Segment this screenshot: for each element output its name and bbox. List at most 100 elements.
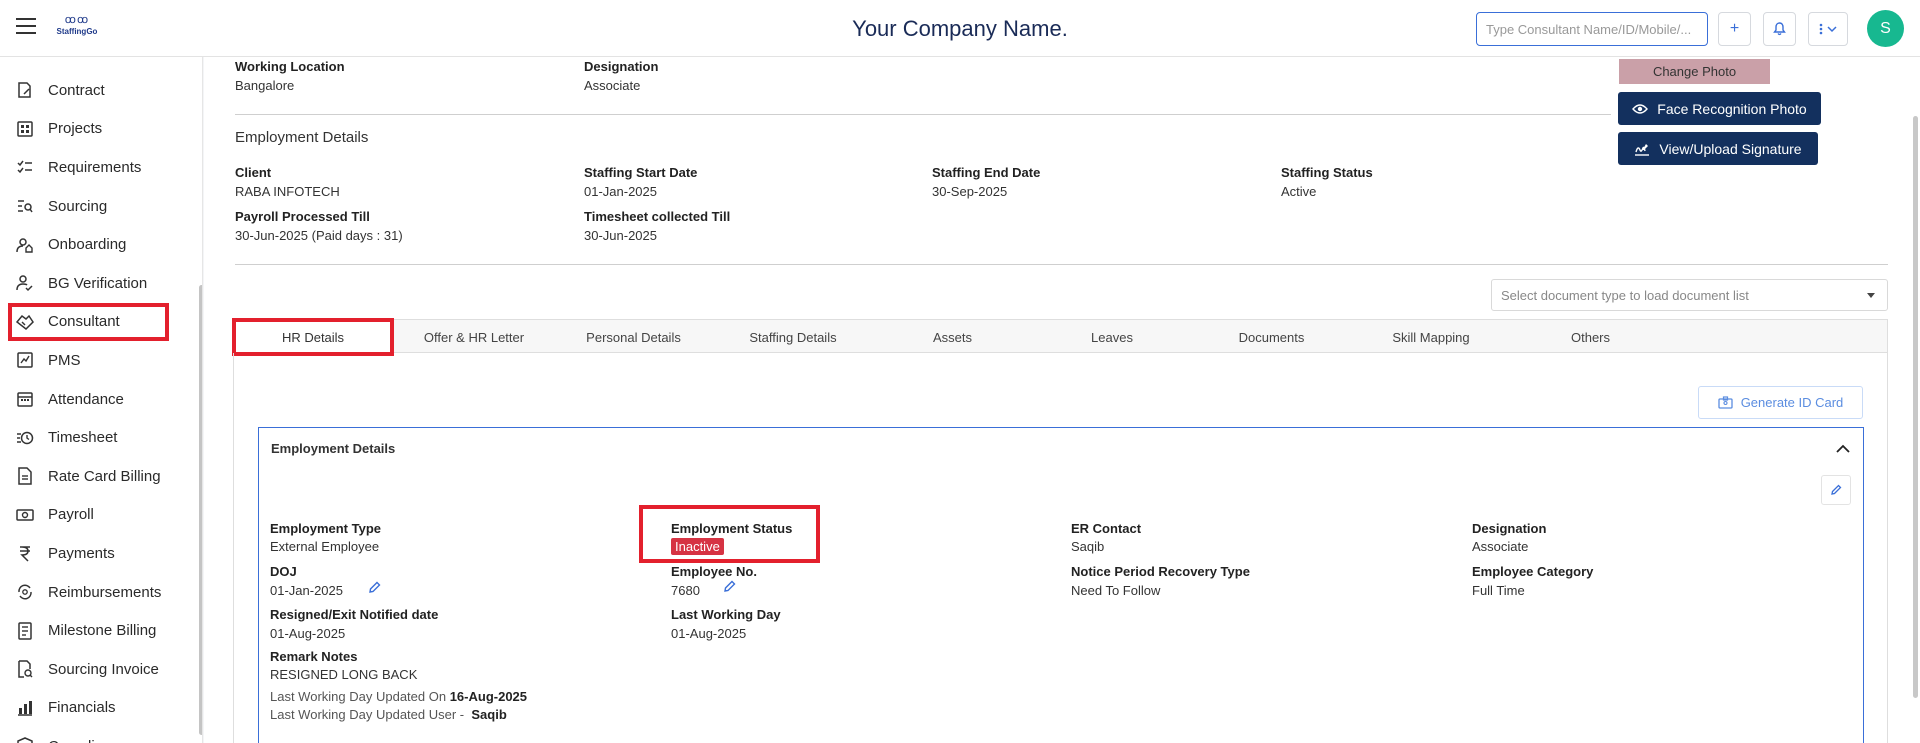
sidebar-item-pms[interactable]: PMS	[0, 341, 202, 380]
remark-notes-label: Remark Notes	[270, 649, 358, 664]
notice-period-value: Need To Follow	[1071, 583, 1161, 598]
sidebar-item-label: Sourcing	[48, 197, 108, 215]
pencil-icon	[1831, 484, 1842, 495]
edit-button[interactable]	[1821, 475, 1851, 505]
employment-status-label: Employment Status	[671, 521, 793, 536]
sidebar-item-label: Requirements	[48, 158, 142, 176]
lwd-updated-user-value: Saqib	[471, 707, 507, 722]
logo[interactable]: ꝏꝏ StaffingGo	[52, 13, 102, 45]
sidebar-item-payroll[interactable]: Payroll	[0, 496, 202, 535]
grid-icon	[16, 120, 34, 138]
edit-doj-pencil-icon[interactable]	[368, 581, 381, 594]
generate-id-card-button[interactable]: Generate ID Card	[1698, 386, 1863, 419]
lwd-updated-on: Last Working Day Updated On 16-Aug-2025	[270, 689, 527, 704]
staffing-start-value: 01-Jan-2025	[584, 184, 657, 199]
sidebar-item-sourcing-invoice[interactable]: Sourcing Invoice	[0, 650, 202, 689]
more-options-button[interactable]	[1808, 12, 1848, 46]
plus-icon: +	[1729, 20, 1740, 37]
working-location-label: Working Location	[235, 59, 345, 74]
client-label: Client	[235, 165, 272, 180]
tab-assets[interactable]: Assets	[873, 320, 1032, 354]
employee-no-label: Employee No.	[671, 564, 757, 579]
sidebar-item-contract[interactable]: Contract	[0, 71, 202, 110]
rupee-icon	[16, 544, 34, 562]
tab-staffing-details[interactable]: Staffing Details	[713, 320, 873, 354]
bell-icon	[1773, 22, 1786, 36]
tab-skill-mapping[interactable]: Skill Mapping	[1351, 320, 1511, 354]
top-header: ꝏꝏ StaffingGo Your Company Name. + S	[0, 0, 1920, 57]
edit-employee-no-pencil-icon[interactable]	[723, 580, 736, 593]
sidebar-item-requirements[interactable]: Requirements	[0, 148, 202, 187]
sidebar-item-timesheet[interactable]: Timesheet	[0, 418, 202, 457]
bar-chart-icon	[16, 699, 34, 717]
money-icon	[16, 506, 34, 524]
change-photo-button[interactable]: Change Photo	[1619, 59, 1770, 84]
sidebar-item-label: Attendance	[48, 390, 124, 408]
staffing-status-label: Staffing Status	[1281, 165, 1373, 180]
view-upload-signature-button[interactable]: View/Upload Signature	[1618, 132, 1818, 165]
logo-mark: ꝏꝏ	[64, 14, 90, 26]
employment-details-heading: Employment Details	[235, 129, 369, 146]
main-scrollbar[interactable]	[1913, 116, 1918, 698]
notice-period-label: Notice Period Recovery Type	[1071, 564, 1250, 579]
contract-icon	[16, 81, 34, 99]
sidebar-list: Contract Projects Requirements Sourcing Onbo…	[0, 71, 202, 743]
sidebar-item-bg-verification[interactable]: BG Verification	[0, 264, 202, 303]
staffing-end-value: 30-Sep-2025	[932, 184, 1008, 199]
staffing-start-label: Staffing Start Date	[584, 165, 698, 180]
menu-icon[interactable]	[16, 18, 36, 34]
sidebar-item-compliance[interactable]: Compliance	[0, 727, 202, 743]
sidebar-item-projects[interactable]: Projects	[0, 110, 202, 149]
tab-others[interactable]: Others	[1511, 320, 1670, 354]
view-upload-signature-label: View/Upload Signature	[1659, 140, 1802, 157]
chart-box-icon	[16, 351, 34, 369]
main-content: Working Location Bangalore Designation A…	[204, 57, 1920, 743]
search-list-icon	[16, 197, 34, 215]
tab-offer-hr-letter[interactable]: Offer & HR Letter	[394, 320, 554, 354]
kebab-chevron-icon	[1819, 23, 1837, 35]
divider	[235, 114, 1611, 115]
employment-type-label: Employment Type	[270, 521, 382, 536]
last-working-day-label: Last Working Day	[671, 607, 781, 622]
lwd-updated-user-label: Last Working Day Updated User -	[270, 707, 465, 722]
user-avatar[interactable]: S	[1867, 10, 1904, 47]
sidebar-item-attendance[interactable]: Attendance	[0, 380, 202, 419]
tab-leaves[interactable]: Leaves	[1032, 320, 1192, 354]
sidebar-item-rate-card-billing[interactable]: Rate Card Billing	[0, 457, 202, 496]
generate-id-card-label: Generate ID Card	[1740, 395, 1844, 410]
lwd-updated-on-label: Last Working Day Updated On	[270, 689, 447, 704]
sidebar-item-label: Compliance	[48, 738, 127, 743]
sidebar-item-label: Financials	[48, 699, 116, 717]
divider	[235, 264, 1888, 265]
add-button[interactable]: +	[1718, 12, 1751, 46]
document-lines-icon	[16, 621, 34, 640]
sidebar-item-sourcing[interactable]: Sourcing	[0, 187, 202, 226]
sidebar-item-reimbursements[interactable]: Reimbursements	[0, 573, 202, 612]
id-card-icon	[1718, 396, 1733, 409]
employee-category-value: Full Time	[1472, 583, 1525, 598]
tab-documents[interactable]: Documents	[1192, 320, 1351, 354]
payroll-processed-label: Payroll Processed Till	[235, 209, 370, 224]
resigned-date-value: 01-Aug-2025	[270, 626, 346, 641]
consultant-search-input[interactable]	[1476, 12, 1708, 46]
employment-type-value: External Employee	[270, 539, 380, 554]
sidebar-scrollbar[interactable]	[199, 285, 202, 735]
face-recognition-photo-button[interactable]: Face Recognition Photo	[1618, 92, 1821, 125]
tab-personal-details[interactable]: Personal Details	[554, 320, 713, 354]
staffing-status-value: Active	[1281, 184, 1317, 199]
sidebar-item-consultant[interactable]: Consultant	[8, 302, 169, 342]
sidebar-item-milestone-billing[interactable]: Milestone Billing	[0, 611, 202, 650]
sidebar-item-label: BG Verification	[48, 274, 148, 292]
notifications-button[interactable]	[1763, 12, 1796, 46]
chevron-up-icon[interactable]	[1836, 444, 1850, 453]
designation-value: Associate	[1472, 539, 1529, 554]
client-value: RABA INFOTECH	[235, 184, 340, 199]
sidebar-item-financials[interactable]: Financials	[0, 689, 202, 728]
sidebar-item-label: Reimbursements	[48, 583, 162, 601]
sidebar-item-onboarding[interactable]: Onboarding	[0, 225, 202, 264]
tab-hr-details[interactable]: HR Details	[232, 318, 394, 356]
payroll-processed-value: 30-Jun-2025 (Paid days : 31)	[235, 228, 403, 243]
document-type-select[interactable]: Select document type to load document li…	[1491, 279, 1888, 311]
sidebar-item-payments[interactable]: Payments	[0, 534, 202, 573]
staffing-end-label: Staffing End Date	[932, 165, 1041, 180]
